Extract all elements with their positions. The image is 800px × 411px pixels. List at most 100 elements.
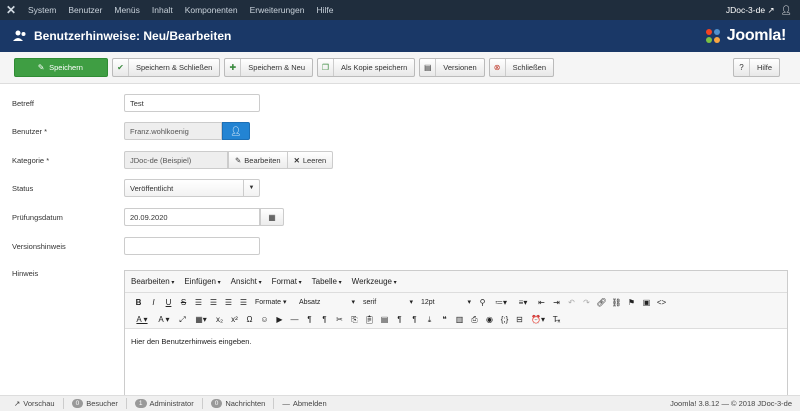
editor-content[interactable]: Hier den Benutzerhinweis eingeben. [125,329,787,354]
find-replace-icon[interactable]: ⚲ [475,298,490,307]
clear-formatting-icon[interactable]: T̶ₓ [549,315,564,324]
users-icon [12,28,28,44]
media-icon[interactable]: ▶ [272,315,287,324]
table-icon[interactable]: ▦▾ [190,315,212,324]
editor-menu-insert[interactable]: Einfügen [184,277,220,286]
remove-icon: ✕ [293,155,300,165]
visual-blocks-icon[interactable]: ¶ [407,315,422,324]
ltr-icon[interactable]: ¶ [302,315,317,324]
preview-icon[interactable]: ◉ [482,315,497,324]
formats-dropdown[interactable]: Formate ▾ [251,298,295,307]
save-new-button[interactable]: ✚ Speichern & Neu [224,58,313,77]
status-row: Status Veröffentlicht ▼ [12,178,792,198]
block-dropdown[interactable]: Absatz ▾ [295,298,359,307]
logout-link[interactable]: — Abmelden [274,398,334,409]
pagebreak-icon[interactable]: ⊟ [512,315,527,324]
menu-content[interactable]: Inhalt [146,0,179,20]
emoticons-icon[interactable]: ☺ [257,315,272,324]
rtl-icon[interactable]: ¶ [317,315,332,324]
calendar-button[interactable]: ▦ [260,208,284,226]
save-button[interactable]: ✎ Speichern [14,58,108,77]
subject-label: Betreff [12,98,34,108]
toolbar: ✎ Speichern ✔ Speichern & Schließen ✚ Sp… [0,52,800,84]
link-icon[interactable]: 🔗︎ [594,298,609,307]
code-icon[interactable]: <> [654,298,669,307]
subscript-icon[interactable]: x₂ [212,315,227,324]
close-button[interactable]: ⊗ Schließen [488,58,555,77]
user-icon: 👤︎ [230,125,242,136]
template-icon[interactable]: ▥ [452,315,467,324]
blockquote-icon[interactable]: ❝ [437,315,452,324]
outdent-icon[interactable]: ⇤ [534,298,549,307]
text-color-icon[interactable]: A ▾ [131,315,153,324]
editor-menu-view[interactable]: Ansicht [231,277,262,286]
unlink-icon[interactable]: ⛓ [609,298,624,307]
messages-status[interactable]: 0 Nachrichten [203,398,275,409]
code-sample-icon[interactable]: {;} [497,315,512,324]
anchor-icon[interactable]: ⚑ [624,298,639,307]
italic-icon[interactable]: I [146,298,161,307]
joomla-x-icon[interactable]: ✕ [0,0,22,20]
versions-button[interactable]: ▤ Versionen [419,58,485,77]
review-date-input[interactable]: 20.09.2020 [124,208,260,226]
align-center-icon[interactable]: ☰ [206,298,221,307]
category-clear-button[interactable]: ✕ Leeren [287,151,334,169]
align-right-icon[interactable]: ☰ [221,298,236,307]
note-label: Hinweis [12,268,39,278]
menu-system[interactable]: System [22,0,62,20]
editor-menu-format[interactable]: Format [272,277,302,286]
save-close-button[interactable]: ✔ Speichern & Schließen [112,58,221,77]
visual-chars-icon[interactable]: ¶ [392,315,407,324]
select-user-button[interactable]: 👤︎ [222,122,250,140]
horizontal-rule-icon[interactable]: — [287,315,302,324]
redo-icon[interactable]: ↷ [579,298,594,307]
align-left-icon[interactable]: ☰ [191,298,206,307]
bold-icon[interactable]: B [131,298,146,307]
paste-icon[interactable]: 📋︎ [362,315,377,324]
status-select[interactable]: Veröffentlicht ▼ [124,179,260,197]
menu-menus[interactable]: Menüs [108,0,146,20]
bullet-list-icon[interactable]: ≔▾ [490,298,512,307]
image-icon[interactable]: ▣ [639,298,654,307]
user-row: Benutzer * Franz.wohlkoenig 👤︎ [12,121,792,141]
font-size-dropdown[interactable]: 12pt ▾ [417,298,475,307]
menu-help[interactable]: Hilfe [310,0,339,20]
preview-link[interactable]: ↗ Vorschau [6,398,64,409]
fullscreen-icon[interactable]: ⤢ [175,315,190,325]
status-bar: ↗ Vorschau 0 Besucher 1 Administrator 0 … [0,395,800,411]
print-icon[interactable]: ⎙ [467,315,482,325]
superscript-icon[interactable]: x² [227,315,242,324]
cut-icon[interactable]: ✂ [332,315,347,324]
user-menu-icon[interactable]: 👤︎ [781,5,792,16]
background-color-icon[interactable]: A ▾ [153,315,175,324]
font-family-dropdown[interactable]: serif ▾ [359,298,417,307]
menu-users[interactable]: Benutzer [62,0,108,20]
chevron-down-icon: ▼ [243,180,259,196]
editor-toolbar-2: A ▾ A ▾ ⤢ ▦▾ x₂ x² Ω ☺ ▶ — ¶ ¶ ✂ ⎘ 📋︎ ▤ … [125,311,787,329]
status-label: Status [12,183,34,193]
version-note-input[interactable] [124,237,260,255]
minus-icon: — [282,399,290,408]
align-justify-icon[interactable]: ☰ [236,298,251,307]
copy-icon[interactable]: ⎘ [347,315,362,325]
menu-extensions[interactable]: Erweiterungen [244,0,311,20]
special-character-icon[interactable]: Ω [242,315,257,324]
paste-text-icon[interactable]: ▤ [377,315,392,324]
strikethrough-icon[interactable]: S [176,298,191,307]
indent-icon[interactable]: ⇥ [549,298,564,307]
editor-menu-table[interactable]: Tabelle [312,277,342,286]
save-copy-button[interactable]: ❐ Als Kopie speichern [317,58,416,77]
editor-menu-tools[interactable]: Werkzeuge [352,277,397,286]
underline-icon[interactable]: U [161,298,176,307]
datetime-icon[interactable]: ⏰▾ [527,315,549,324]
subject-input[interactable]: Test [124,94,260,112]
site-link[interactable]: JDoc-3-de ↗ [726,5,775,16]
category-edit-button[interactable]: ✎ Bearbeiten [228,151,288,169]
help-button[interactable]: ? Hilfe [732,58,780,77]
numbered-list-icon[interactable]: ≡▾ [512,298,534,307]
user-field: Franz.wohlkoenig [124,122,222,140]
undo-icon[interactable]: ↶ [564,298,579,307]
menu-components[interactable]: Komponenten [179,0,244,20]
insert-file-icon[interactable]: ⤓ [422,315,437,325]
editor-menu-edit[interactable]: Bearbeiten [131,277,174,286]
